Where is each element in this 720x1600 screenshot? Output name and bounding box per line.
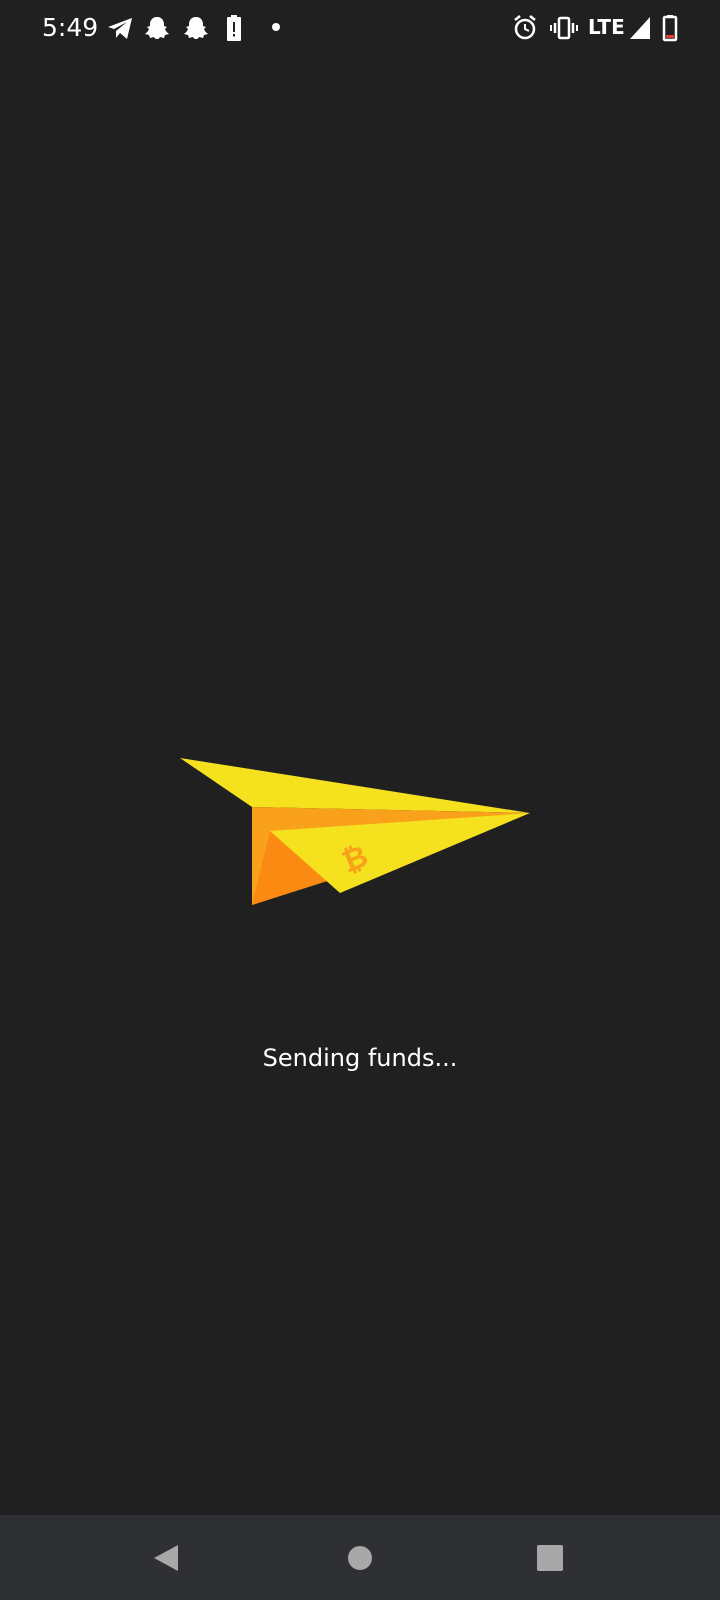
paper-plane-bitcoin-icon: ₿ [180, 758, 530, 905]
snapchat-icon [184, 17, 208, 39]
signal-icon [630, 17, 650, 39]
status-time: 5:49 [42, 13, 99, 42]
network-type-label: LTE [588, 15, 625, 39]
navigation-bar [0, 1515, 720, 1600]
sending-funds-screen: 5:49 LTE ₿ Sending funds... [0, 0, 720, 1600]
telegram-icon [108, 18, 132, 39]
home-button[interactable] [300, 1515, 420, 1600]
notification-dot-icon [272, 23, 280, 31]
back-triangle-icon [154, 1544, 178, 1571]
snapchat-icon [145, 17, 169, 39]
back-button[interactable] [107, 1515, 227, 1600]
status-bar: 5:49 LTE [0, 0, 720, 56]
battery-icon [662, 15, 678, 42]
recents-square-icon [537, 1544, 563, 1571]
sending-funds-label: Sending funds... [262, 1044, 458, 1072]
vibrate-icon [550, 16, 578, 40]
recents-button[interactable] [490, 1515, 610, 1600]
battery-alert-icon [227, 15, 241, 41]
alarm-icon [514, 15, 536, 40]
home-circle-icon [348, 1545, 372, 1570]
